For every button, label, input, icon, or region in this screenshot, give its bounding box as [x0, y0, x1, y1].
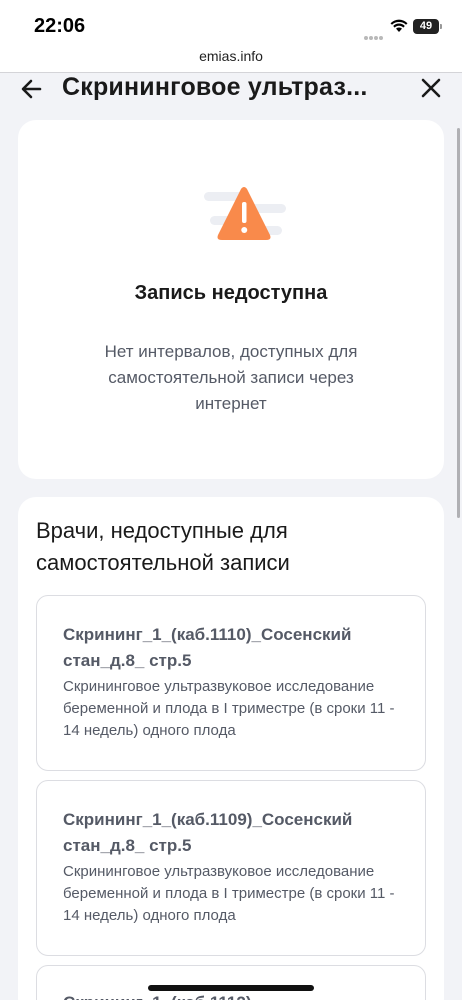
wifi-icon — [390, 19, 408, 32]
booking-unavailable-card: Запись недоступна Нет интервалов, доступ… — [18, 120, 444, 479]
back-arrow-icon[interactable] — [18, 75, 46, 103]
scrollbar[interactable] — [457, 128, 460, 518]
doctor-list-item[interactable]: Скрининг_1_(каб.1109)_Сосенский стан_д.8… — [36, 780, 426, 956]
signal-icon — [364, 27, 386, 40]
unavailable-title: Запись недоступна — [134, 282, 328, 304]
page-title: Скрининговое ультраз... — [62, 73, 368, 101]
status-bar: 22:06 49 — [0, 0, 462, 46]
doctor-description: Скрининговое ультразвуковое исследование… — [63, 863, 395, 924]
home-indicator[interactable] — [148, 985, 314, 991]
page-header: Скрининговое ультраз... — [0, 72, 462, 118]
battery-icon: 49 — [413, 19, 442, 34]
section-title: Врачи, недоступные для самостоятельной з… — [36, 518, 290, 575]
warning-icon — [204, 187, 286, 240]
doctor-list-item[interactable]: Скрининг_1_(каб.1112) — [36, 965, 426, 1000]
doctor-list-item[interactable]: Скрининг_1_(каб.1110)_Сосенский стан_д.8… — [36, 595, 426, 771]
doctor-name: Скрининг_1_(каб.1109)_Сосенский стан_д.8… — [63, 810, 353, 855]
unavailable-doctors-card: Врачи, недоступные для самостоятельной з… — [18, 497, 444, 1000]
doctor-name: Скрининг_1_(каб.1112) — [63, 990, 393, 1000]
doctor-name: Скрининг_1_(каб.1110)_Сосенский стан_д.8… — [63, 625, 352, 670]
status-time: 22:06 — [34, 15, 86, 37]
url-bar[interactable]: emias.info — [0, 46, 462, 72]
close-icon[interactable] — [418, 75, 444, 101]
unavailable-message: Нет интервалов, доступных для самостояте… — [104, 342, 358, 413]
doctor-description: Скрининговое ультразвуковое исследование… — [63, 678, 395, 739]
